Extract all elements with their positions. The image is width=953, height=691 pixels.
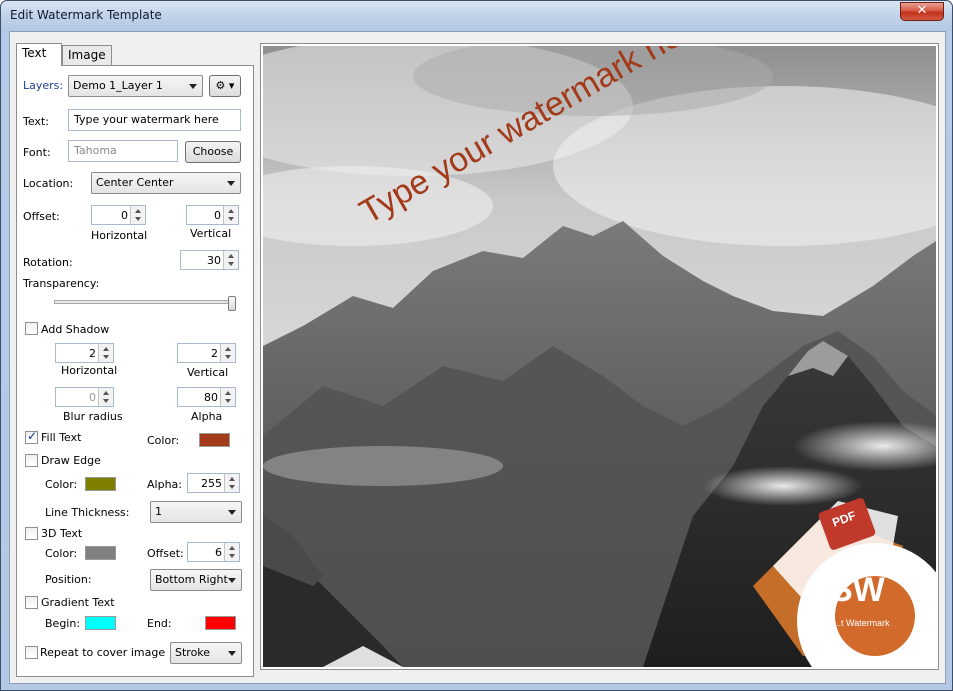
gradient-end-swatch[interactable]: [205, 616, 236, 630]
text3d-checkbox[interactable]: [25, 527, 38, 540]
edge-alpha-label: Alpha:: [147, 478, 182, 491]
chevron-down-icon: [228, 510, 236, 515]
fill-text-checkbox[interactable]: [25, 429, 38, 444]
draw-edge-label: Draw Edge: [41, 454, 101, 467]
shadow-horizontal-value: 2: [89, 347, 96, 360]
preview-frame: Type your watermark here SW St...t Water…: [260, 43, 939, 670]
preview-image[interactable]: Type your watermark here SW St...t Water…: [263, 46, 936, 667]
stepper-arrows-icon[interactable]: [98, 388, 113, 406]
shadow-alpha-value: 80: [204, 391, 218, 404]
line-thickness-label: Line Thickness:: [45, 506, 130, 519]
text3d-offset-value: 6: [215, 546, 222, 559]
close-button[interactable]: ✕: [900, 2, 944, 21]
add-shadow-label: Add Shadow: [41, 323, 110, 336]
gradient-text-label: Gradient Text: [41, 596, 115, 609]
text3d-offset-label: Offset:: [147, 547, 184, 560]
chevron-down-icon: [228, 651, 236, 656]
edge-color-swatch[interactable]: [85, 477, 116, 491]
position-dropdown[interactable]: Bottom Right: [150, 569, 242, 591]
logo-text: SW: [830, 571, 885, 609]
gradient-end-label: End:: [147, 617, 172, 630]
text3d-color-swatch[interactable]: [85, 546, 116, 560]
shadow-vertical-caption: Vertical: [187, 366, 229, 379]
repeat-mode-dropdown[interactable]: Stroke: [170, 642, 242, 664]
logo-caption: St...t Watermark: [825, 618, 890, 628]
draw-edge-checkbox[interactable]: [25, 454, 38, 467]
gradient-begin-label: Begin:: [45, 617, 81, 630]
stepper-arrows-icon[interactable]: [224, 543, 239, 561]
chevron-down-icon: [228, 578, 236, 583]
blur-radius-stepper[interactable]: 0: [55, 387, 114, 407]
window-title: Edit Watermark Template: [10, 8, 162, 22]
text3d-offset-stepper[interactable]: 6: [187, 542, 240, 562]
repeat-label: Repeat to cover image: [40, 646, 166, 659]
shadow-horizontal-stepper[interactable]: 2: [55, 343, 114, 363]
shadow-vertical-stepper[interactable]: 2: [177, 343, 236, 363]
title-bar[interactable]: Edit Watermark Template ✕: [1, 1, 952, 31]
edit-watermark-template-window: Edit Watermark Template ✕ Text Image Lay…: [0, 0, 953, 691]
text3d-color-label: Color:: [45, 547, 78, 560]
add-shadow-checkbox[interactable]: [25, 322, 38, 335]
blur-radius-caption: Blur radius: [63, 410, 123, 423]
text-effects-section: Add Shadow 2 Horizontal 2 Vertical 0 Blu…: [17, 66, 253, 676]
line-thickness-value: 1: [155, 505, 162, 518]
edge-alpha-value: 255: [201, 477, 222, 490]
shadow-alpha-stepper[interactable]: 80: [177, 387, 236, 407]
position-label: Position:: [45, 573, 92, 586]
stepper-arrows-icon[interactable]: [220, 344, 235, 362]
edge-alpha-stepper[interactable]: 255: [187, 473, 240, 493]
stepper-arrows-icon[interactable]: [220, 388, 235, 406]
tab-text[interactable]: Text: [16, 43, 62, 66]
line-thickness-dropdown[interactable]: 1: [150, 501, 242, 523]
shadow-horizontal-caption: Horizontal: [61, 364, 118, 377]
stepper-arrows-icon[interactable]: [98, 344, 113, 362]
position-value: Bottom Right: [155, 573, 228, 586]
repeat-mode-value: Stroke: [175, 646, 211, 659]
gradient-begin-swatch[interactable]: [85, 616, 116, 630]
tab-image[interactable]: Image: [62, 45, 112, 65]
edge-color-label: Color:: [45, 478, 78, 491]
fill-color-label: Color:: [147, 434, 180, 447]
stepper-arrows-icon[interactable]: [224, 474, 239, 492]
fill-color-swatch[interactable]: [199, 433, 230, 447]
blur-radius-value: 0: [89, 391, 96, 404]
text3d-label: 3D Text: [41, 527, 83, 540]
fill-text-label: Fill Text: [41, 431, 82, 444]
shadow-vertical-value: 2: [211, 347, 218, 360]
gradient-text-checkbox[interactable]: [25, 596, 38, 609]
dialog-client-area: Text Image Layers: Demo 1_Layer 1 ⚙ ▾ Te…: [9, 31, 946, 684]
shadow-alpha-caption: Alpha: [191, 410, 223, 423]
repeat-checkbox[interactable]: [25, 646, 38, 659]
